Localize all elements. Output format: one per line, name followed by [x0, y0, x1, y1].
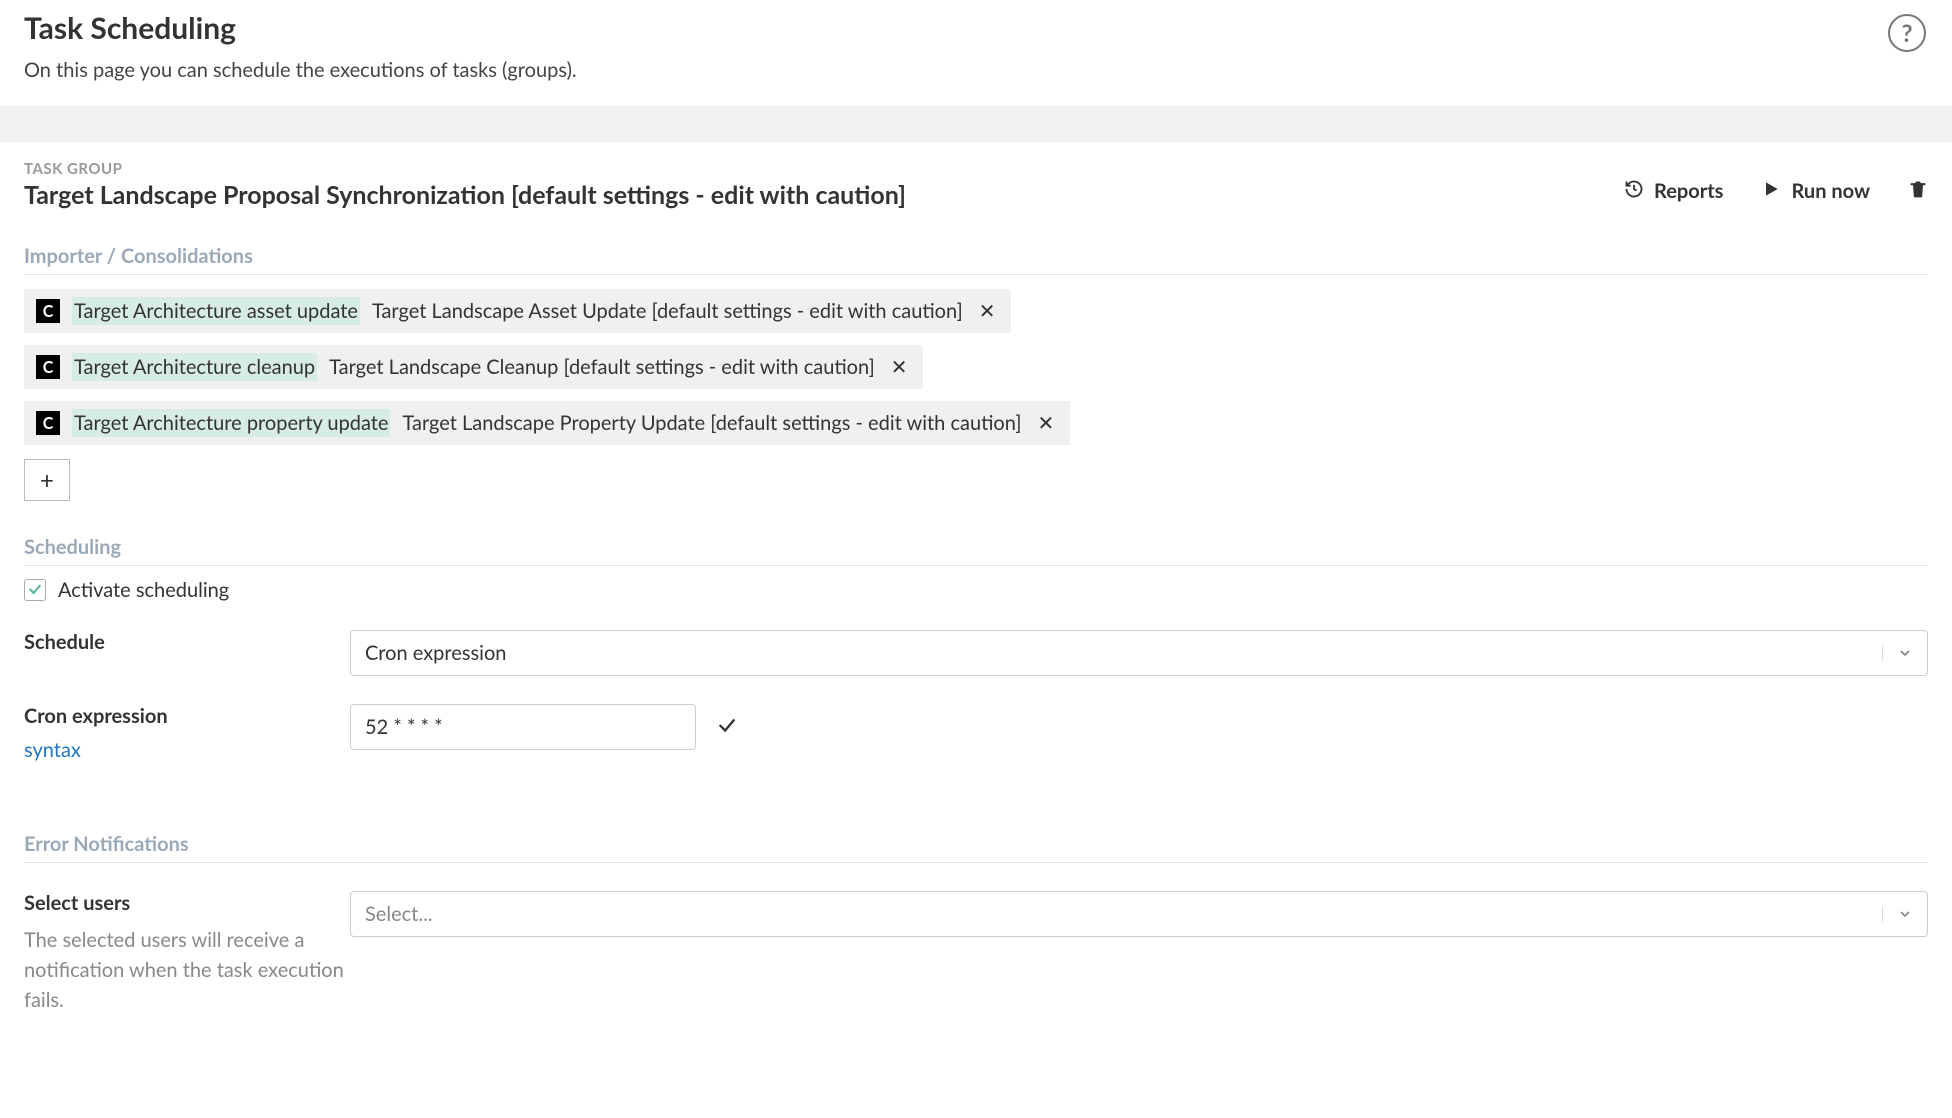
error-notifications-section-title: Error Notifications: [24, 832, 1928, 863]
cron-expression-label: Cron expression: [24, 704, 350, 728]
page-title: Task Scheduling: [24, 10, 1928, 46]
separator-bar: [0, 106, 1952, 142]
play-icon: [1761, 179, 1781, 204]
chip-remove-button[interactable]: ✕: [1033, 411, 1058, 435]
chip-secondary-text: Target Landscape Property Update [defaul…: [402, 411, 1021, 435]
select-users-placeholder: Select...: [365, 902, 433, 926]
trash-icon: [1908, 182, 1928, 204]
syntax-link[interactable]: syntax: [24, 738, 81, 762]
consolidation-chip[interactable]: C Target Architecture cleanup Target Lan…: [24, 345, 923, 389]
task-group-name: Target Landscape Proposal Synchronizatio…: [24, 180, 1624, 210]
chip-secondary-text: Target Landscape Cleanup [default settin…: [329, 355, 875, 379]
select-users-label: Select users: [24, 891, 350, 915]
scheduling-section-title: Scheduling: [24, 535, 1928, 566]
chip-primary-text: Target Architecture property update: [72, 409, 390, 437]
task-group-eyebrow: TASK GROUP: [24, 160, 1624, 178]
schedule-select[interactable]: Cron expression: [350, 630, 1928, 676]
run-now-button[interactable]: Run now: [1761, 179, 1870, 204]
page-subtitle: On this page you can schedule the execut…: [24, 58, 1928, 82]
run-now-label: Run now: [1791, 179, 1870, 203]
importer-section-title: Importer / Consolidations: [24, 244, 1928, 275]
schedule-label: Schedule: [24, 630, 350, 654]
help-icon[interactable]: ?: [1888, 14, 1926, 52]
chip-primary-text: Target Architecture asset update: [72, 297, 360, 325]
plus-icon: +: [40, 466, 54, 495]
delete-button[interactable]: [1908, 178, 1928, 204]
chip-remove-button[interactable]: ✕: [887, 355, 912, 379]
select-users-help: The selected users will receive a notifi…: [24, 925, 350, 1015]
close-icon: ✕: [891, 355, 908, 379]
reports-button[interactable]: Reports: [1624, 179, 1723, 204]
history-icon: [1624, 179, 1644, 204]
close-icon: ✕: [1037, 411, 1054, 435]
reports-label: Reports: [1654, 179, 1723, 203]
add-consolidation-button[interactable]: +: [24, 459, 70, 501]
activate-scheduling-label: Activate scheduling: [58, 578, 229, 602]
check-icon: [27, 579, 43, 601]
close-icon: ✕: [979, 299, 996, 323]
select-users-select[interactable]: Select...: [350, 891, 1928, 937]
consolidation-icon: C: [36, 299, 60, 323]
schedule-select-value: Cron expression: [365, 641, 506, 665]
consolidation-chip[interactable]: C Target Architecture property update Ta…: [24, 401, 1070, 445]
chip-primary-text: Target Architecture cleanup: [72, 353, 317, 381]
validate-icon: [716, 714, 738, 740]
consolidation-chip[interactable]: C Target Architecture asset update Targe…: [24, 289, 1011, 333]
cron-expression-input[interactable]: [350, 704, 696, 750]
consolidation-icon: C: [36, 411, 60, 435]
chip-secondary-text: Target Landscape Asset Update [default s…: [372, 299, 963, 323]
chevron-down-icon: [1882, 645, 1913, 661]
chevron-down-icon: [1882, 906, 1913, 922]
chip-remove-button[interactable]: ✕: [975, 299, 1000, 323]
consolidation-icon: C: [36, 355, 60, 379]
activate-scheduling-checkbox[interactable]: [24, 579, 46, 601]
